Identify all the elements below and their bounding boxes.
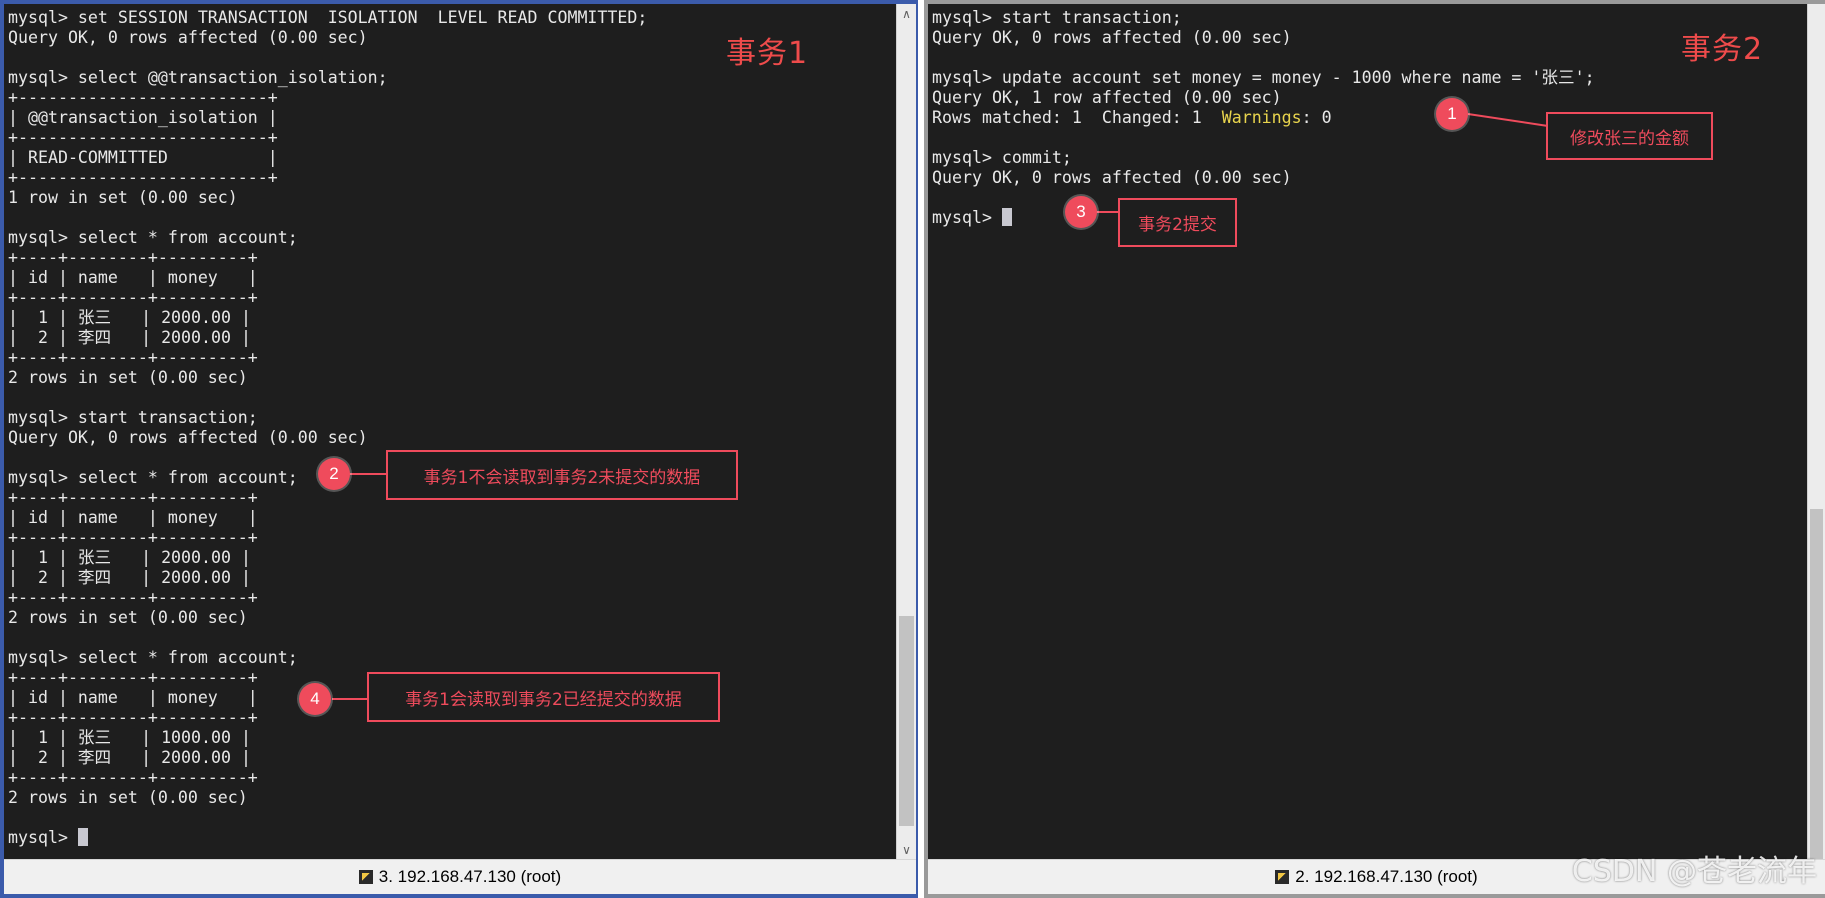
terminal-line: Query OK, 0 rows affected (0.00 sec) — [8, 428, 368, 447]
scroll-up-arrow-icon[interactable]: ∧ — [897, 4, 916, 24]
terminal-line: +----+--------+---------+ — [8, 768, 258, 787]
watermark: CSDN @苍老流年 — [1571, 854, 1817, 889]
terminal-line: +----+--------+---------+ — [8, 588, 258, 607]
terminal-line: +----+--------+---------+ — [8, 348, 258, 367]
annotation-callout-2: 事务1不会读取到事务2未提交的数据 — [386, 450, 738, 500]
terminal-line: | id | name | money | — [8, 268, 258, 287]
terminal-line: | 1 | 张三 | 2000.00 | — [8, 548, 251, 567]
terminal-line: | 2 | 李四 | 2000.00 | — [8, 748, 251, 767]
terminal-line: | id | name | money | — [8, 688, 258, 707]
cursor — [1001, 208, 1012, 226]
terminal-session-icon — [358, 870, 373, 884]
annotation-callout-1: 修改张三的金额 — [1546, 112, 1713, 160]
annotation-marker-4: 4 — [299, 683, 331, 715]
annotation-callout-3: 事务2提交 — [1118, 198, 1237, 247]
terminal-line: 2 rows in set (0.00 sec) — [8, 368, 248, 387]
annotation-connector — [332, 698, 368, 700]
terminal-line: +-------------------------+ — [8, 128, 278, 147]
scrollbar-thumb[interactable] — [899, 616, 914, 826]
terminal-line: | 1 | 张三 | 1000.00 | — [8, 728, 251, 747]
terminal-line: Query OK, 0 rows affected (0.00 sec) — [8, 28, 368, 47]
annotation-marker-3: 3 — [1065, 196, 1097, 228]
terminal-line: mysql> start transaction; — [8, 408, 258, 427]
terminal-line: Query OK, 0 rows affected (0.00 sec) — [932, 168, 1292, 187]
terminal-line: Rows matched: 1 Changed: 1 Warnings: 0 — [932, 108, 1332, 127]
terminal-line: | 1 | 张三 | 2000.00 | — [8, 308, 251, 327]
annotation-callout-4: 事务1会读取到事务2已经提交的数据 — [367, 672, 720, 722]
terminal-line: +-------------------------+ — [8, 88, 278, 107]
terminal-line: mysql> select * from account; — [8, 648, 298, 667]
terminal-line: mysql> update account set money = money … — [932, 68, 1595, 87]
terminal-line: +----+--------+---------+ — [8, 708, 258, 727]
terminal-line: mysql> select * from account; — [8, 468, 298, 487]
terminal-line: +----+--------+---------+ — [8, 248, 258, 267]
session-label-transaction-1: 事务1 — [726, 36, 809, 71]
annotation-connector — [349, 473, 387, 475]
terminal-line: +-------------------------+ — [8, 168, 278, 187]
terminal-line: +----+--------+---------+ — [8, 668, 258, 687]
terminal-line: | id | name | money | — [8, 508, 258, 527]
terminal-line: mysql> commit; — [932, 148, 1072, 167]
terminal-line: 2 rows in set (0.00 sec) — [8, 788, 248, 807]
terminal-line: | 2 | 李四 | 2000.00 | — [8, 568, 251, 587]
session-label-transaction-2: 事务2 — [1681, 32, 1764, 67]
terminal-line: | @@transaction_isolation | — [8, 108, 278, 127]
terminal-line: mysql> select @@transaction_isolation; — [8, 68, 388, 87]
terminal-line: +----+--------+---------+ — [8, 528, 258, 547]
terminal-line: Query OK, 1 row affected (0.00 sec) — [932, 88, 1282, 107]
annotation-marker-1: 1 — [1436, 98, 1468, 130]
terminal-output-area[interactable]: mysql> set SESSION TRANSACTION ISOLATION… — [4, 4, 896, 860]
terminal-line: mysql> set SESSION TRANSACTION ISOLATION… — [8, 8, 648, 27]
terminal-line: Query OK, 0 rows affected (0.00 sec) — [932, 28, 1292, 47]
vertical-scrollbar[interactable]: ∧ ∨ — [896, 4, 916, 860]
scrollbar-thumb[interactable] — [1810, 509, 1823, 859]
terminal-line: | READ-COMMITTED | — [8, 148, 278, 167]
terminal-line: mysql> — [8, 828, 88, 847]
terminal-window-session-3[interactable]: mysql> set SESSION TRANSACTION ISOLATION… — [0, 0, 918, 898]
terminal-line: | 2 | 李四 | 2000.00 | — [8, 328, 251, 347]
terminal-line: 1 row in set (0.00 sec) — [8, 188, 238, 207]
annotation-marker-2: 2 — [318, 458, 350, 490]
terminal-line: 2 rows in set (0.00 sec) — [8, 608, 248, 627]
session-status-text: 3. 192.168.47.130 (root) — [378, 867, 562, 886]
scroll-down-arrow-icon[interactable]: ∨ — [897, 840, 916, 860]
terminal-line: +----+--------+---------+ — [8, 288, 258, 307]
terminal-line: mysql> select * from account; — [8, 228, 298, 247]
terminal-session-icon — [1275, 870, 1290, 884]
session-status-text: 2. 192.168.47.130 (root) — [1295, 867, 1478, 886]
cursor — [77, 828, 88, 846]
annotation-connector — [1096, 211, 1118, 213]
terminal-line: mysql> — [932, 208, 1012, 227]
status-bar: 3. 192.168.47.130 (root) — [4, 859, 916, 894]
terminal-line: mysql> start transaction; — [932, 8, 1182, 27]
vertical-scrollbar[interactable] — [1807, 4, 1825, 860]
terminal-line: +----+--------+---------+ — [8, 488, 258, 507]
